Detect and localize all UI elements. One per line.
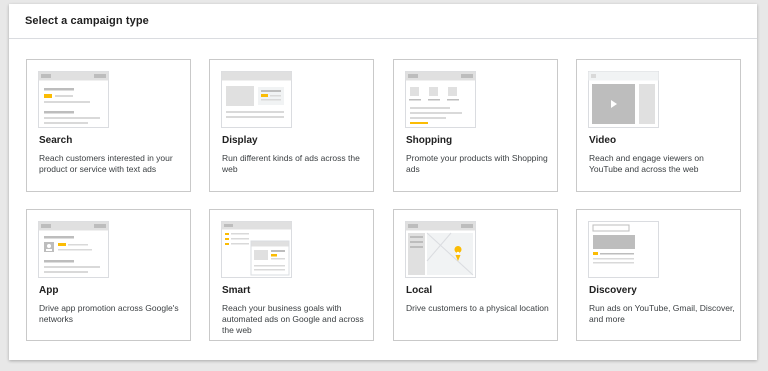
campaign-card-discovery[interactable]: Discovery Run ads on YouTube, Gmail, Dis… bbox=[576, 209, 741, 341]
campaign-card-title: Local bbox=[406, 285, 433, 296]
display-thumbnail-icon bbox=[221, 71, 292, 128]
campaign-card-description: Reach customers interested in your produ… bbox=[39, 153, 173, 174]
campaign-card-description: Run ads on YouTube, Gmail, Discover, and… bbox=[589, 303, 735, 324]
campaign-card-search[interactable]: Search Reach customers interested in you… bbox=[26, 59, 191, 192]
campaign-card-description: Reach your business goals with automated… bbox=[222, 303, 364, 335]
campaign-card-title: Video bbox=[589, 135, 617, 146]
campaign-card-description: Promote your products with Shopping ads bbox=[406, 153, 548, 174]
campaign-card-title: Smart bbox=[222, 285, 251, 296]
campaign-card-title: Display bbox=[222, 135, 258, 146]
campaign-card-title: Shopping bbox=[406, 135, 453, 146]
shopping-thumbnail-icon bbox=[405, 71, 476, 128]
campaign-card-local[interactable]: Local Drive customers to a physical loca… bbox=[393, 209, 558, 341]
campaign-card-title: Search bbox=[39, 135, 73, 146]
campaign-card-title: Discovery bbox=[589, 285, 637, 296]
campaign-card-description: Drive app promotion across Google's netw… bbox=[39, 303, 179, 324]
dialog-header: Select a campaign type bbox=[9, 4, 757, 39]
campaign-card-shopping[interactable]: Shopping Promote your products with Shop… bbox=[393, 59, 558, 192]
campaign-card-description: Reach and engage viewers on YouTube and … bbox=[589, 153, 704, 174]
campaign-card-description: Drive customers to a physical location bbox=[406, 303, 549, 313]
campaign-card-title: App bbox=[39, 285, 59, 296]
search-thumbnail-icon bbox=[38, 71, 109, 128]
smart-thumbnail-icon bbox=[221, 221, 292, 278]
video-thumbnail-icon bbox=[588, 71, 659, 128]
campaign-card-display[interactable]: Display Run different kinds of ads acros… bbox=[209, 59, 374, 192]
dialog-title: Select a campaign type bbox=[25, 15, 149, 27]
local-thumbnail-icon bbox=[405, 221, 476, 278]
campaign-card-description: Run different kinds of ads across the we… bbox=[222, 153, 360, 174]
campaign-type-dialog: Select a campaign type Search Reach cust… bbox=[9, 4, 757, 360]
app-thumbnail-icon bbox=[38, 221, 109, 278]
campaign-card-app[interactable]: App Drive app promotion across Google's … bbox=[26, 209, 191, 341]
campaign-card-smart[interactable]: Smart Reach your business goals with aut… bbox=[209, 209, 374, 341]
discovery-thumbnail-icon bbox=[588, 221, 659, 278]
campaign-card-video[interactable]: Video Reach and engage viewers on YouTub… bbox=[576, 59, 741, 192]
